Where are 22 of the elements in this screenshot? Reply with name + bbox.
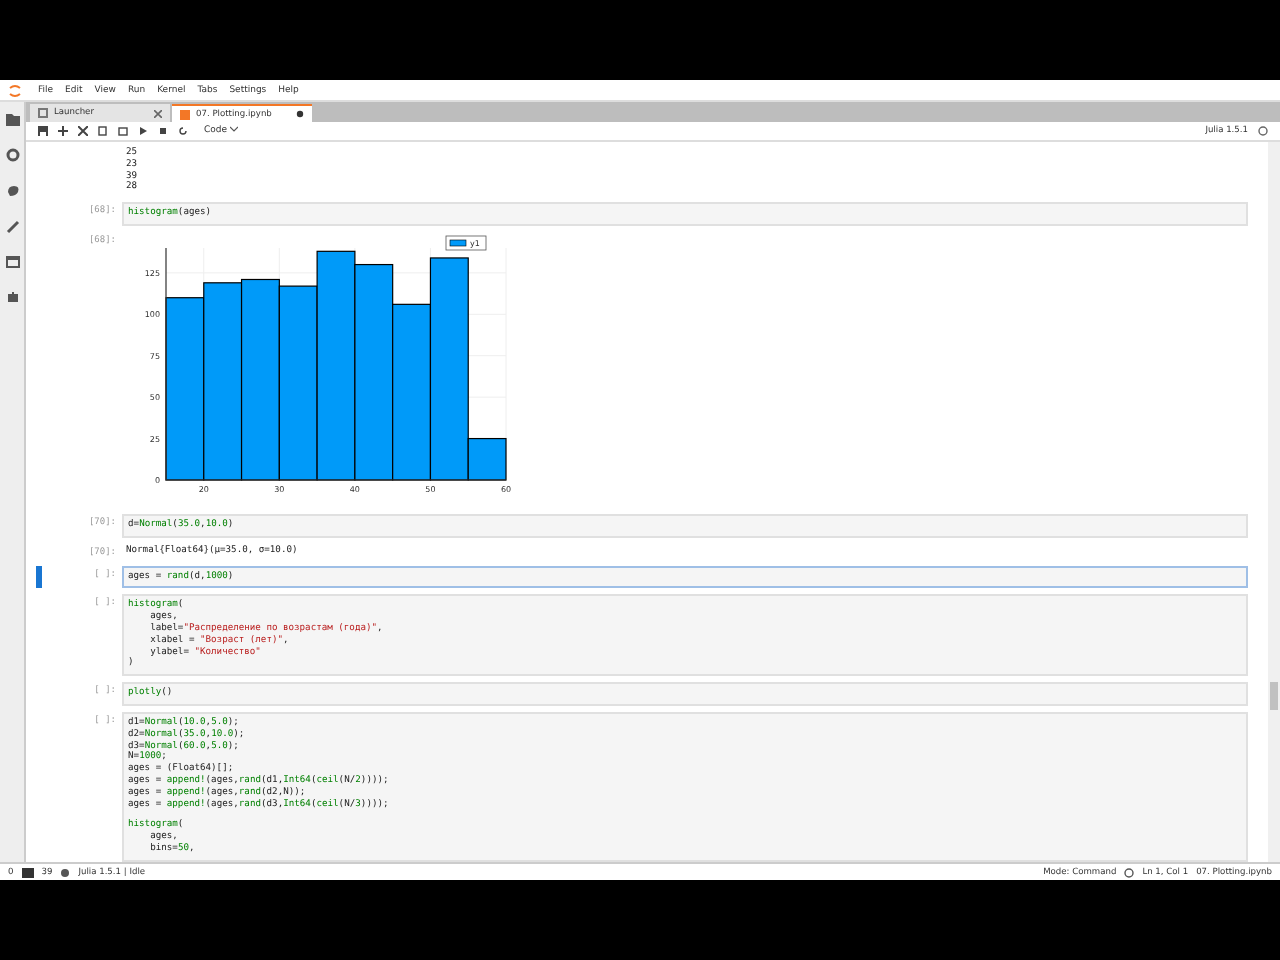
scrollbar[interactable] — [1268, 142, 1280, 862]
save-icon[interactable] — [38, 126, 48, 136]
jupyter-logo-icon — [8, 81, 22, 99]
refresh-icon[interactable] — [178, 126, 188, 136]
stop-icon[interactable] — [158, 126, 168, 136]
scissors-icon[interactable] — [78, 126, 88, 136]
close-icon[interactable] — [154, 109, 162, 117]
window-icon[interactable] — [5, 256, 19, 268]
notebook-icon — [180, 109, 190, 119]
terminal-icon[interactable] — [21, 867, 34, 877]
plus-icon[interactable] — [58, 126, 68, 136]
circle-icon[interactable] — [5, 148, 19, 162]
caret-icon — [229, 126, 238, 132]
play-icon[interactable] — [138, 126, 148, 136]
kernel-status-icon — [1258, 126, 1268, 136]
legend-swatch — [449, 239, 467, 247]
folder-icon[interactable] — [5, 114, 19, 126]
launcher-icon — [38, 108, 48, 118]
paste-icon[interactable] — [118, 126, 128, 136]
active-cell-marker — [36, 565, 42, 589]
copy-icon[interactable] — [98, 126, 108, 136]
modified-dot-icon[interactable] — [296, 110, 304, 118]
